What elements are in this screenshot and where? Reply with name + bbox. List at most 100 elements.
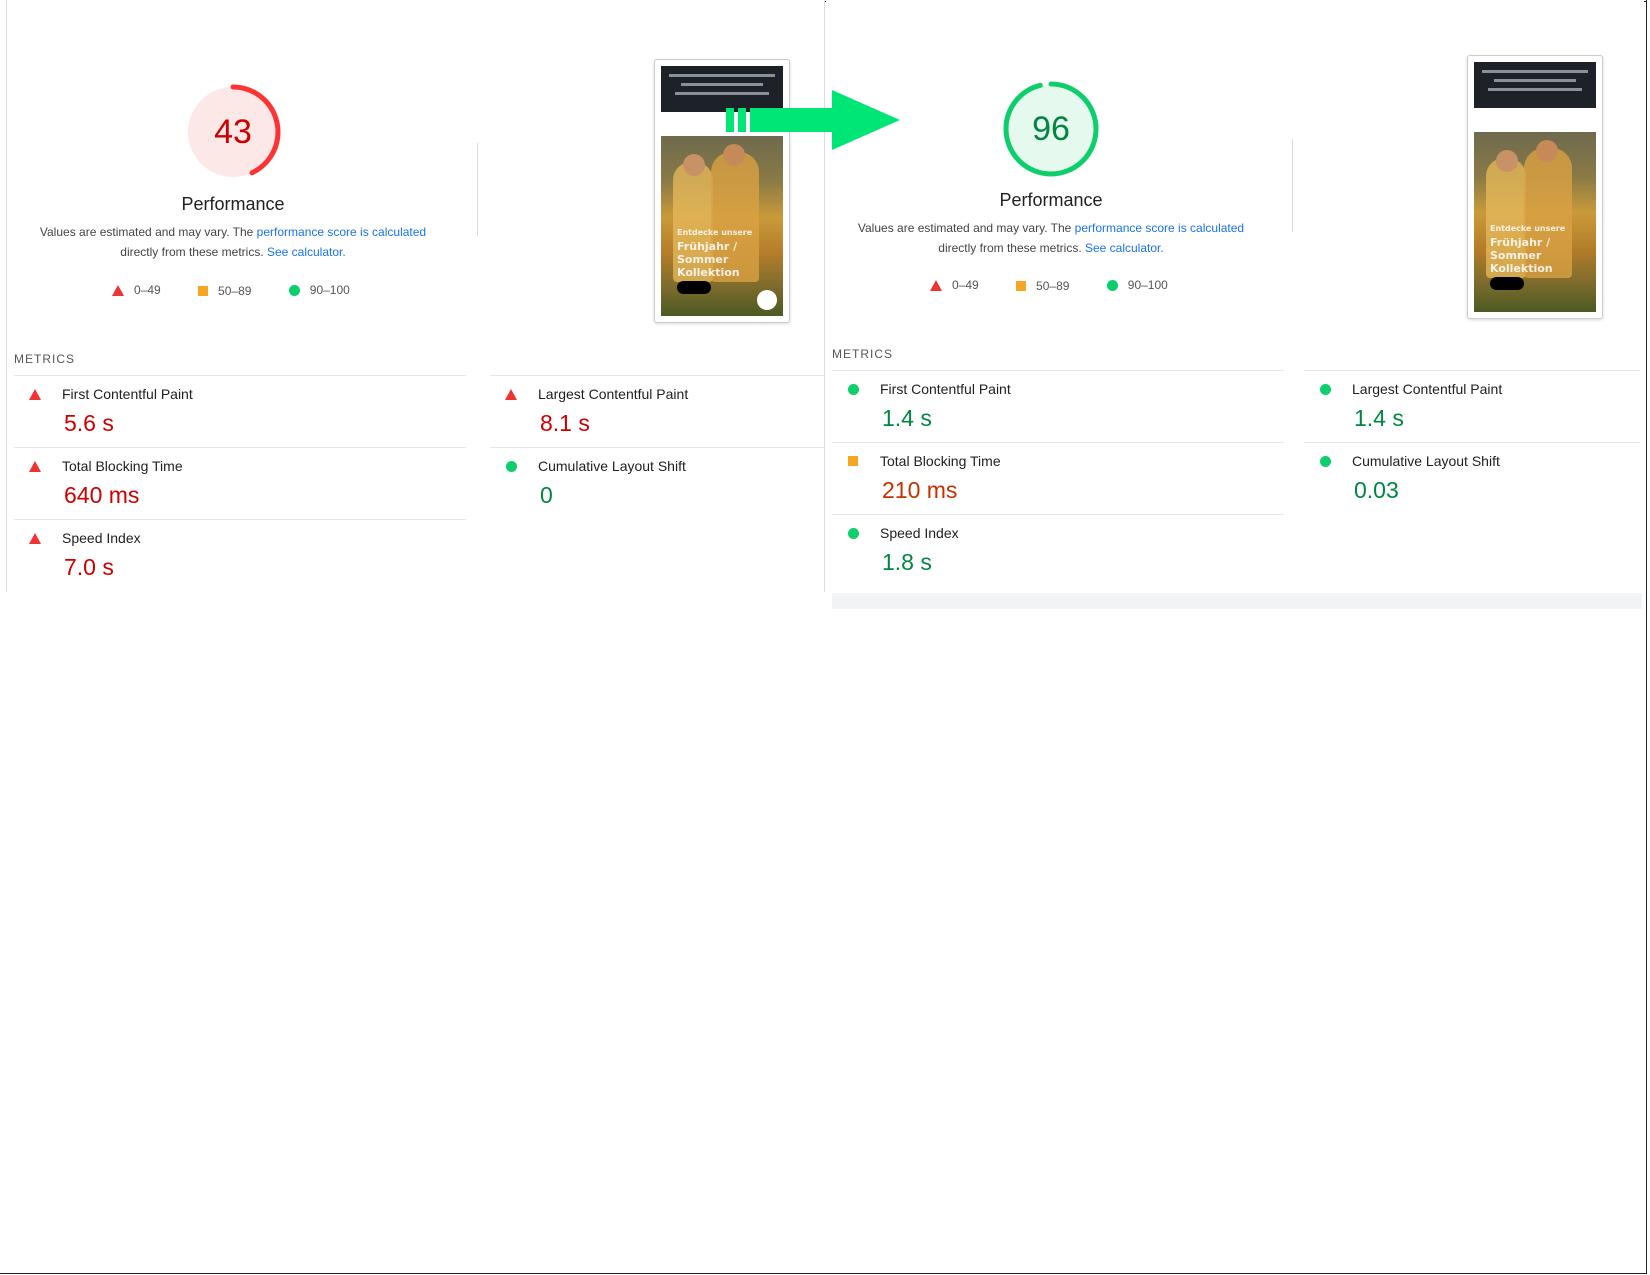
score-gauge-before: 43 [183,82,283,182]
triangle-icon [28,460,42,472]
hero-text-4: Kollektion [1490,262,1553,275]
triangle-icon [930,279,942,291]
hero-text-1: Entdecke unsere [1490,224,1566,233]
metric-value: 640 ms [64,482,140,508]
runtime-info-bar [832,593,1642,609]
row-divider [14,519,466,520]
metric-label: First Contentful Paint [62,386,193,402]
legend-pass: 90–100 [288,283,350,297]
promo-banner [1474,62,1596,108]
metric-fcp: First Contentful Paint 5.6 s [26,384,446,437]
category-title: Performance [181,194,285,214]
circle-icon [846,383,860,395]
panel-edge [6,0,7,592]
legend-label: 0–49 [134,283,161,297]
metric-label: First Contentful Paint [880,381,1011,397]
metric-value: 0.03 [1354,477,1399,503]
metric-label: Cumulative Layout Shift [538,458,686,474]
metric-value: 1.8 s [882,549,932,575]
square-icon [1016,280,1027,291]
metric-label: Largest Contentful Paint [1352,381,1503,397]
row-divider [14,375,466,376]
metric-value: 7.0 s [64,554,114,580]
circle-icon [288,284,300,296]
legend-label: 90–100 [1127,278,1168,292]
row-divider [1304,442,1640,443]
score-value: 43 [214,113,252,151]
hero-text-2: Frühjahr / [677,240,738,253]
score-description: Values are estimated and may vary. The p… [33,222,433,262]
metrics-heading: METRICS [14,352,75,366]
row-divider [832,370,1284,371]
see-calculator-link[interactable]: See calculator. [1085,241,1164,255]
legend-label: 0–49 [952,278,979,292]
circle-icon [846,527,860,539]
hero-text-3: Sommer [1490,249,1542,262]
row-divider [832,442,1284,443]
square-icon [846,456,860,466]
triangle-icon [28,532,42,544]
desc-text-2: directly from these metrics. [938,241,1085,255]
hero-image: Entdecke unsere Frühjahr / Sommer Kollek… [661,136,783,316]
legend-fail: 0–49 [112,283,161,297]
legend-fail: 0–49 [930,278,979,292]
circle-icon [1318,383,1332,395]
row-divider [832,514,1284,515]
metrics-heading: METRICS [832,347,893,361]
cart-icon [757,290,777,310]
circle-icon [1318,455,1332,467]
hero-text-1: Entdecke unsere [677,228,753,237]
legend-pass: 90–100 [1106,278,1168,292]
shop-now-button [677,281,711,294]
page-screenshot-thumbnail[interactable]: Entdecke unsere Frühjahr / Sommer Kollek… [1467,55,1603,319]
metric-tbt: Total Blocking Time 640 ms [26,456,446,509]
metric-cls: Cumulative Layout Shift 0.03 [1316,451,1650,504]
metric-label: Speed Index [880,525,959,541]
score-legend: 0–49 50–89 90–100 [930,278,1202,294]
hero-text-3: Sommer [677,253,729,266]
report-before: 43 Performance Values are estimated and … [0,0,825,592]
report-after: 96 Performance Values are estimated and … [826,0,1644,610]
triangle-icon [112,284,124,296]
metric-label: Cumulative Layout Shift [1352,453,1500,469]
metric-fcp: First Contentful Paint 1.4 s [844,379,1264,432]
score-description: Values are estimated and may vary. The p… [851,218,1251,258]
metric-label: Total Blocking Time [880,453,1001,469]
score-calculated-link[interactable]: performance score is calculated [1075,221,1244,235]
legend-average: 50–89 [198,284,251,298]
desc-text: Values are estimated and may vary. The [39,225,257,239]
legend-average: 50–89 [1016,279,1069,293]
hero-text-2: Frühjahr / [1490,236,1551,249]
score-calculated-link[interactable]: performance score is calculated [257,225,426,239]
row-divider [14,447,466,448]
site-nav [1474,108,1596,132]
metric-label: Total Blocking Time [62,458,183,474]
triangle-icon [504,388,518,400]
score-gauge-after: 96 [1001,79,1101,179]
shop-now-button [1490,277,1524,290]
metric-tbt: Total Blocking Time 210 ms [844,451,1264,504]
metric-value: 1.4 s [882,405,932,431]
desc-text: Values are estimated and may vary. The [857,221,1075,235]
metric-label: Speed Index [62,530,141,546]
triangle-icon [28,388,42,400]
circle-icon [504,460,518,472]
metric-si: Speed Index 1.8 s [844,523,1264,576]
desc-text-2: directly from these metrics. [120,245,267,259]
metric-value: 210 ms [882,477,958,503]
hero-text-4: Kollektion [677,266,740,279]
legend-label: 50–89 [218,283,252,298]
row-divider [490,375,824,376]
hero-image: Entdecke unsere Frühjahr / Sommer Kollek… [1474,132,1596,312]
row-divider [490,447,824,448]
metric-lcp: Largest Contentful Paint 1.4 s [1316,379,1650,432]
divider [477,143,478,236]
see-calculator-link[interactable]: See calculator. [267,245,346,259]
row-divider [1304,370,1640,371]
legend-label: 50–89 [1036,278,1070,293]
divider [1292,139,1293,232]
legend-label: 90–100 [309,283,350,297]
category-title: Performance [999,190,1103,210]
metric-value: 5.6 s [64,410,114,436]
square-icon [198,285,209,296]
